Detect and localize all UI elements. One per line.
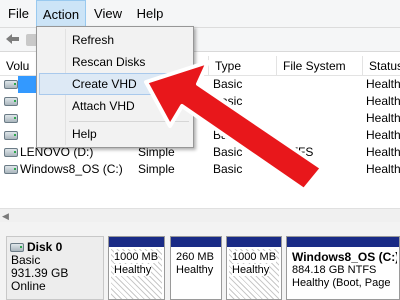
cell-status: Health [366,145,400,159]
menu-action[interactable]: Action [36,0,86,28]
cell-file-system: NTFS [282,145,314,159]
menu-item-refresh[interactable]: Refresh [39,29,191,51]
partition-size: 884.18 GB NTFS [292,264,377,276]
partition-status: Healthy [232,264,270,276]
cell-type: Basic [213,77,243,91]
horizontal-scrollbar[interactable]: ◀ [0,208,400,222]
volume-icon [4,80,18,89]
cell-status: Health [366,128,400,142]
partition-size: 1000 MB [114,251,159,263]
volume-icon [4,148,18,157]
cell-status: Health [366,77,400,91]
partition-bar [171,237,221,247]
cell-type: Basic [213,111,243,125]
partition-bar [227,237,281,247]
cell-file-system [282,110,362,127]
header-file-system[interactable]: File System [276,56,362,76]
volume-icon [4,165,18,174]
menu-view[interactable]: View [88,0,128,28]
partition-status: Healthy (Boot, Page [292,277,391,289]
partition[interactable]: 260 MB Healthy [170,236,222,300]
partition[interactable]: 1000 MB Healthy [108,236,165,300]
menu-bar: File Action View Help [0,0,400,28]
cell-type: Basic [213,145,243,159]
cell-type: Basic [213,128,243,142]
cell-status: Health [366,162,400,176]
disk-name-label: Disk 0 [27,240,63,254]
menu-item-help[interactable]: Help [39,123,191,145]
cell-file-system [282,93,362,110]
header-status[interactable]: Status [362,56,400,76]
disk-icon [10,243,24,252]
menu-help[interactable]: Help [130,0,170,28]
cell-type: Basic [213,94,243,108]
menu-item-attach-vhd[interactable]: Attach VHD [39,95,191,117]
cell-type: Basic [213,162,243,176]
back-arrow-icon[interactable] [4,31,22,47]
partition-windows8-os[interactable]: Windows8_OS (C:) 884.18 GB NTFS Healthy … [286,236,400,300]
partition-status: Healthy [114,264,152,276]
cell-layout: Simple [138,162,175,176]
disk-map: Disk 0 Basic 931.39 GB Online 1000 MB He… [0,222,400,300]
disk-name: Disk 0 [10,240,99,254]
volume-icon [4,131,18,140]
disk-state: Online [11,279,46,293]
partition-size: 260 MB [176,251,214,263]
cell-status: Health [366,94,400,108]
partition[interactable]: 1000 MB Healthy [226,236,282,300]
cell-status: Health [366,111,400,125]
disk-info-panel[interactable]: Disk 0 Basic 931.39 GB Online [6,236,104,300]
menu-item-create-vhd[interactable]: Create VHD [39,73,191,95]
volume-icon [4,114,18,123]
partition-bar [109,237,164,247]
partition-size: 1000 MB [232,251,277,263]
partition-title: Windows8_OS (C:) [292,250,397,264]
action-dropdown-menu: Refresh Rescan Disks Create VHD Attach V… [36,26,194,148]
cell-file-system [282,76,362,93]
menu-separator [69,121,189,122]
cell-volume: Windows8_OS (C:) [20,162,123,176]
table-row[interactable]: Windows8_OS (C:) Simple Basic NTFS Healt… [0,161,400,178]
cell-file-system [282,127,362,144]
menu-item-rescan-disks[interactable]: Rescan Disks [39,51,191,73]
cell-file-system: NTFS [282,162,314,176]
menu-file[interactable]: File [2,0,35,28]
partition-bar [287,237,399,247]
partition-status: Healthy [176,264,214,276]
header-type[interactable]: Type [208,56,276,76]
scroll-left-arrow-icon[interactable]: ◀ [2,211,9,221]
volume-icon [4,97,18,106]
